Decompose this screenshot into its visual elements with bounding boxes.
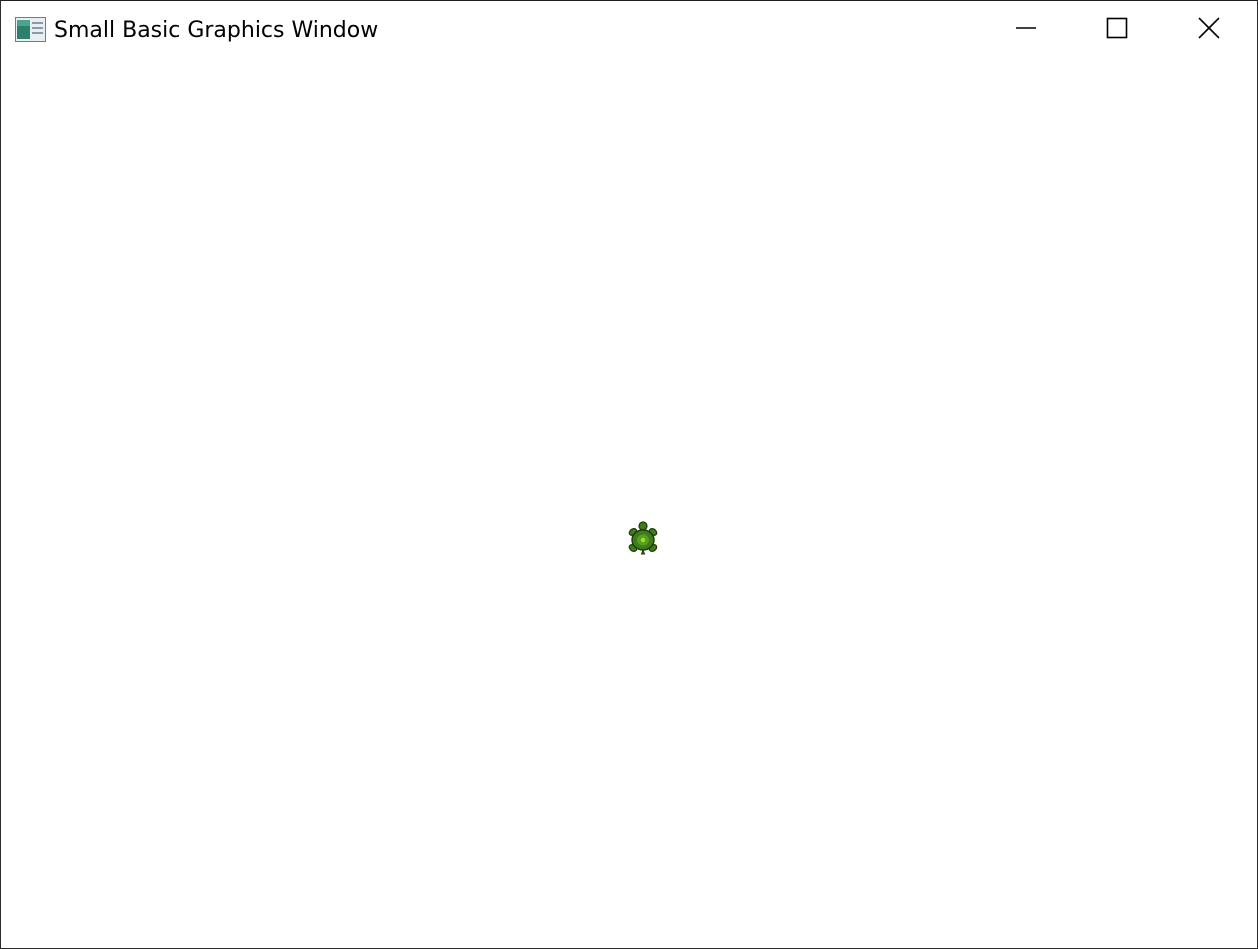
close-button[interactable] <box>1163 1 1255 59</box>
graphics-canvas[interactable] <box>1 61 1257 948</box>
window-title: Small Basic Graphics Window <box>54 18 379 43</box>
turtle-icon <box>625 521 661 557</box>
title-bar[interactable]: Small Basic Graphics Window <box>1 1 1257 61</box>
close-icon <box>1198 17 1220 43</box>
small-basic-window-icon[interactable] <box>15 17 46 42</box>
maximize-icon <box>1106 17 1128 43</box>
graphics-window: Small Basic Graphics Window <box>0 0 1258 949</box>
minimize-button[interactable] <box>980 1 1072 59</box>
maximize-button[interactable] <box>1071 1 1163 59</box>
minimize-icon <box>1015 17 1037 43</box>
